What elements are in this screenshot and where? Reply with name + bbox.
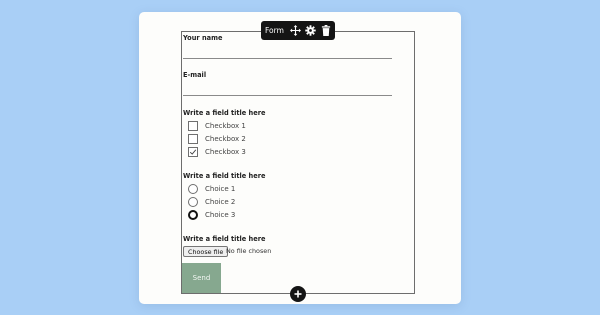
radio-3[interactable] <box>188 210 198 220</box>
radio-2[interactable] <box>188 197 198 207</box>
toolbar-label: Form <box>265 26 284 35</box>
checkbox-option-1[interactable]: Checkbox 1 <box>188 120 246 132</box>
file-group-title: Write a field title here <box>183 235 266 243</box>
radio-3-label: Choice 3 <box>205 211 236 219</box>
plus-icon[interactable] <box>290 286 306 302</box>
checkbox-option-3[interactable]: Checkbox 3 <box>188 146 246 158</box>
choose-file-button[interactable]: Choose file <box>183 246 229 257</box>
checkbox-3-label: Checkbox 3 <box>205 148 246 156</box>
form-toolbar: Form <box>261 21 335 40</box>
checkbox-3[interactable] <box>188 147 198 157</box>
send-button[interactable]: Send <box>182 263 221 293</box>
checkbox-option-2[interactable]: Checkbox 2 <box>188 133 246 145</box>
radio-1-label: Choice 1 <box>205 185 236 193</box>
radio-option-2[interactable]: Choice 2 <box>188 196 235 208</box>
checkbox-1-label: Checkbox 1 <box>205 122 246 130</box>
radio-2-label: Choice 2 <box>205 198 236 206</box>
email-field-label: E-mail <box>183 71 207 79</box>
checkmark-icon <box>189 149 197 155</box>
radio-1[interactable] <box>188 184 198 194</box>
gear-icon[interactable] <box>304 24 317 38</box>
checkbox-2[interactable] <box>188 134 198 144</box>
radio-option-1[interactable]: Choice 1 <box>188 183 235 195</box>
radio-group-title: Write a field title here <box>183 172 266 180</box>
move-icon[interactable] <box>289 24 302 38</box>
file-status-text: No file chosen <box>226 247 272 255</box>
name-input[interactable] <box>183 58 392 59</box>
name-field-label: Your name <box>183 34 223 42</box>
email-input[interactable] <box>183 95 392 96</box>
checkbox-group-title: Write a field title here <box>183 109 266 117</box>
radio-option-3[interactable]: Choice 3 <box>188 209 235 221</box>
checkbox-2-label: Checkbox 2 <box>205 135 246 143</box>
checkbox-1[interactable] <box>188 121 198 131</box>
trash-icon[interactable] <box>320 24 333 38</box>
